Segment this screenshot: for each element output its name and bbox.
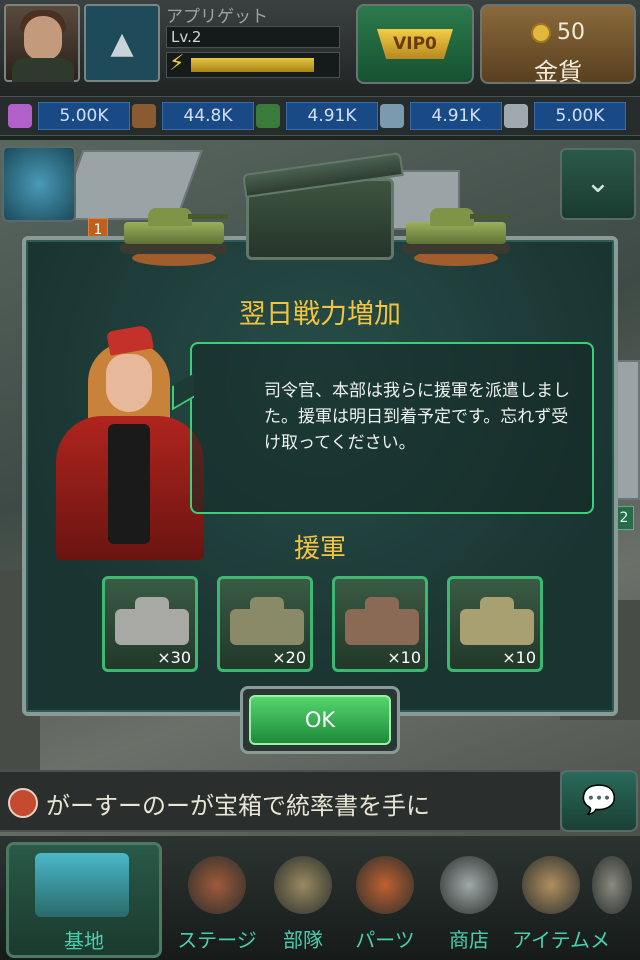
reward-count: ×30 bbox=[157, 648, 191, 667]
metal-bars-icon bbox=[504, 104, 528, 128]
tank-icon bbox=[274, 856, 332, 914]
reward-count: ×20 bbox=[272, 648, 306, 667]
alert-icon bbox=[8, 788, 38, 818]
steel-pipe-icon bbox=[380, 104, 404, 128]
lightning-bolt-icon: ⚡ bbox=[169, 51, 185, 76]
nav-item-label: メ bbox=[590, 928, 610, 952]
nav-item-parts[interactable]: パーツ bbox=[340, 842, 430, 958]
nav-item-label: パーツ bbox=[355, 928, 415, 952]
level-bar: Lv.2 bbox=[166, 26, 340, 48]
nav-item-more[interactable]: メ bbox=[584, 842, 640, 958]
decor-tank-left bbox=[118, 204, 230, 268]
nav-item-label: ステージ bbox=[177, 928, 257, 952]
fuel-can-icon bbox=[256, 104, 280, 128]
player-avatar[interactable] bbox=[4, 4, 80, 82]
gold-button[interactable]: 50 金貨 bbox=[480, 4, 636, 86]
gold-amount: 50 bbox=[557, 20, 585, 45]
base-building-icon bbox=[35, 853, 129, 917]
crossed-rifles-icon bbox=[188, 856, 246, 914]
shopping-cart-icon bbox=[440, 856, 498, 914]
reward-card[interactable]: ×20 bbox=[217, 576, 313, 672]
speech-bubble: 司令官、本部は我らに援軍を派遣しました。援軍は明日到着予定です。忘れず受け取って… bbox=[172, 342, 594, 514]
nav-base-label: 基地 bbox=[64, 929, 104, 953]
xp-bar: ⚡ bbox=[166, 51, 340, 78]
nav-item-items[interactable]: アイテム bbox=[506, 842, 596, 958]
reward-card[interactable]: ×10 bbox=[447, 576, 543, 672]
decor-tank-right bbox=[400, 204, 512, 268]
nav-item-label: アイテム bbox=[512, 928, 590, 952]
gold-coin-icon bbox=[531, 23, 551, 43]
backpack-icon bbox=[522, 856, 580, 914]
ticker-text: がーすーのーが宝箱で統率書を手に bbox=[46, 792, 430, 820]
ammo-crate-icon bbox=[242, 151, 404, 260]
chat-bubble-icon[interactable]: 💬 bbox=[560, 770, 638, 832]
ok-button-frame: OK bbox=[240, 686, 400, 754]
wood-crate-icon bbox=[132, 104, 156, 128]
nav-base-button[interactable]: 基地 bbox=[6, 842, 162, 958]
reward-card[interactable]: ×30 bbox=[102, 576, 198, 672]
player-name: アプリゲット bbox=[166, 7, 268, 27]
resource-value: 5.00K bbox=[38, 102, 130, 130]
officer-portrait bbox=[48, 324, 208, 560]
resource-bar: 5.00K 44.8K 4.91K 4.91K 5.00K bbox=[0, 96, 640, 136]
crystal-icon bbox=[8, 104, 32, 128]
dialog-title: 翌日戦力増加 bbox=[239, 299, 401, 330]
world-map-button[interactable] bbox=[2, 146, 76, 222]
vip-badge: VIP0 bbox=[377, 29, 453, 59]
rewards-title: 援軍 bbox=[293, 534, 346, 564]
expand-chevron-down-icon[interactable]: ⌄ bbox=[560, 148, 636, 220]
xp-bar-fill bbox=[191, 58, 314, 72]
nav-item-label: 部隊 bbox=[283, 928, 323, 952]
dialog-message: 司令官、本部は我らに援軍を派遣しました。援軍は明日到着予定です。忘れず受け取って… bbox=[264, 381, 570, 453]
nav-item-stage[interactable]: ステージ bbox=[172, 842, 262, 958]
reward-count: ×10 bbox=[502, 648, 536, 667]
resource-value: 44.8K bbox=[162, 102, 254, 130]
wrench-icon bbox=[356, 856, 414, 914]
news-ticker[interactable]: がーすーのーが宝箱で統率書を手に bbox=[0, 770, 560, 832]
vip-button[interactable]: VIP0 bbox=[356, 4, 474, 84]
more-icon bbox=[592, 856, 632, 914]
resource-value: 5.00K bbox=[534, 102, 626, 130]
resource-value: 4.91K bbox=[286, 102, 378, 130]
ok-button[interactable]: OK bbox=[249, 695, 391, 745]
player-level: Lv.2 bbox=[171, 28, 202, 46]
nav-item-troops[interactable]: 部隊 bbox=[258, 842, 348, 958]
nav-item-label: 商店 bbox=[449, 928, 489, 952]
reward-count: ×10 bbox=[387, 648, 421, 667]
resource-value: 4.91K bbox=[410, 102, 502, 130]
reward-card[interactable]: ×10 bbox=[332, 576, 428, 672]
rank-chevron-icon[interactable]: ▲ bbox=[84, 4, 160, 82]
nav-item-shop[interactable]: 商店 bbox=[424, 842, 514, 958]
gold-label: 金貨 bbox=[534, 58, 582, 86]
